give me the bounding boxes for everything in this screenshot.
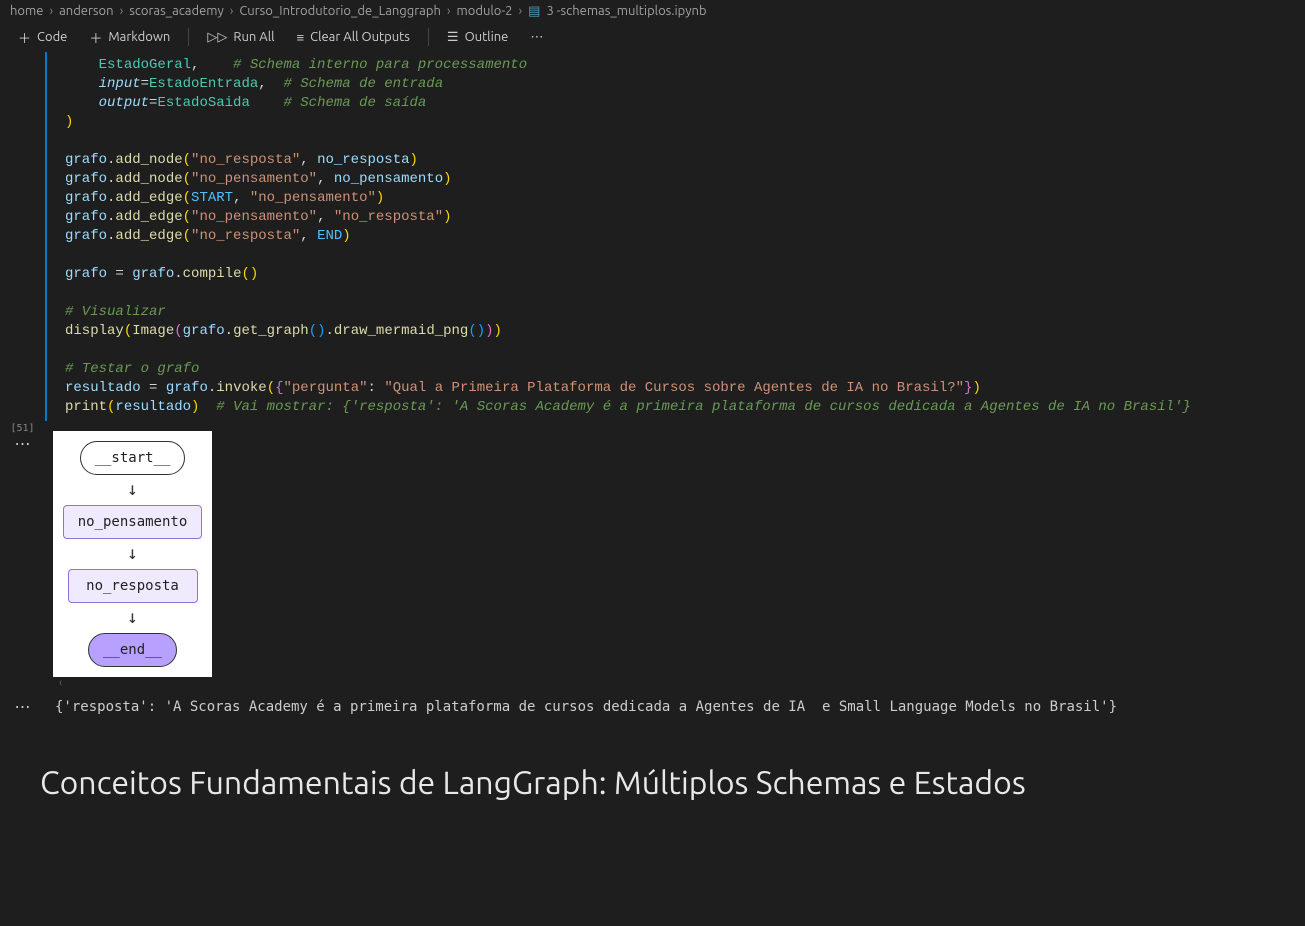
chevron-right-icon: › [49,4,53,18]
notebook-body: EstadoGeral, # Schema interno para proce… [0,52,1305,801]
output-cell-text: ⋯ {'resposta': 'A Scoras Academy é a pri… [0,695,1305,735]
code-cell[interactable]: EstadoGeral, # Schema interno para proce… [0,52,1305,421]
graph-node-resposta: no_resposta [68,569,198,603]
graph-output-image: __start__ no_pensamento no_resposta __en… [53,431,212,677]
graph-node-start: __start__ [80,441,186,475]
chevron-right-icon: › [447,4,451,18]
chevron-right-icon: › [230,4,234,18]
execution-count: [51] [10,423,34,434]
plus-icon: ＋ [18,28,31,47]
arrow-down-icon [127,485,138,495]
clear-outputs-button[interactable]: ≡ Clear All Outputs [287,27,420,48]
plus-icon: ＋ [89,28,102,47]
code-editor[interactable]: EstadoGeral, # Schema interno para proce… [47,52,1285,421]
outline-button[interactable]: ☰ Outline [437,27,518,48]
output-cell-graph: [51] ⋯ __start__ no_pensamento no_respos… [0,421,1305,695]
add-markdown-button[interactable]: ＋ Markdown [79,25,180,50]
chevron-right-icon: › [120,4,124,18]
clear-icon: ≡ [297,30,305,45]
toolbar-divider [428,28,429,46]
add-code-label: Code [37,30,67,44]
breadcrumb: home › anderson › scoras_academy › Curso… [0,0,1305,22]
run-all-icon: ▷▷ [207,30,227,45]
notebook-file-icon: ▤ [528,4,540,19]
arrow-down-icon [127,613,138,623]
stdout-output: {'resposta': 'A Scoras Academy é a prime… [45,695,1285,735]
arrow-down-icon [127,549,138,559]
outline-icon: ☰ [447,30,459,45]
crumb-home[interactable]: home [10,4,43,18]
add-markdown-label: Markdown [108,30,170,44]
crumb-modulo[interactable]: modulo-2 [457,4,513,18]
chevron-right-icon: › [519,4,523,18]
outline-label: Outline [465,30,509,44]
cell-menu-button[interactable]: ⋯ [15,434,31,453]
markdown-cell[interactable]: Conceitos Fundamentais de LangGraph: Múl… [0,735,1305,801]
more-button[interactable]: ⋯ [520,27,553,48]
crumb-curso[interactable]: Curso_Introdutorio_de_Langgraph [239,4,440,18]
run-all-label: Run All [233,30,274,44]
crumb-scoras[interactable]: scoras_academy [129,4,224,18]
clear-outputs-label: Clear All Outputs [310,30,410,44]
crumb-file[interactable]: 3 -schemas_multiplos.ipynb [546,4,706,18]
add-code-button[interactable]: ＋ Code [8,25,77,50]
scroll-left-indicator: ‹ [53,677,1275,689]
graph-node-pensamento: no_pensamento [63,505,203,539]
toolbar-divider [188,28,189,46]
notebook-toolbar: ＋ Code ＋ Markdown ▷▷ Run All ≡ Clear All… [0,22,1305,52]
cell-gutter [0,52,45,54]
cell-gutter: [51] ⋯ [0,421,45,453]
run-all-button[interactable]: ▷▷ Run All [197,27,284,48]
cell-gutter: ⋯ [0,695,45,716]
cell-menu-button[interactable]: ⋯ [15,697,31,716]
ellipsis-icon: ⋯ [530,30,543,45]
graph-node-end: __end__ [88,633,177,667]
markdown-heading: Conceitos Fundamentais de LangGraph: Múl… [0,735,1026,801]
crumb-anderson[interactable]: anderson [59,4,113,18]
